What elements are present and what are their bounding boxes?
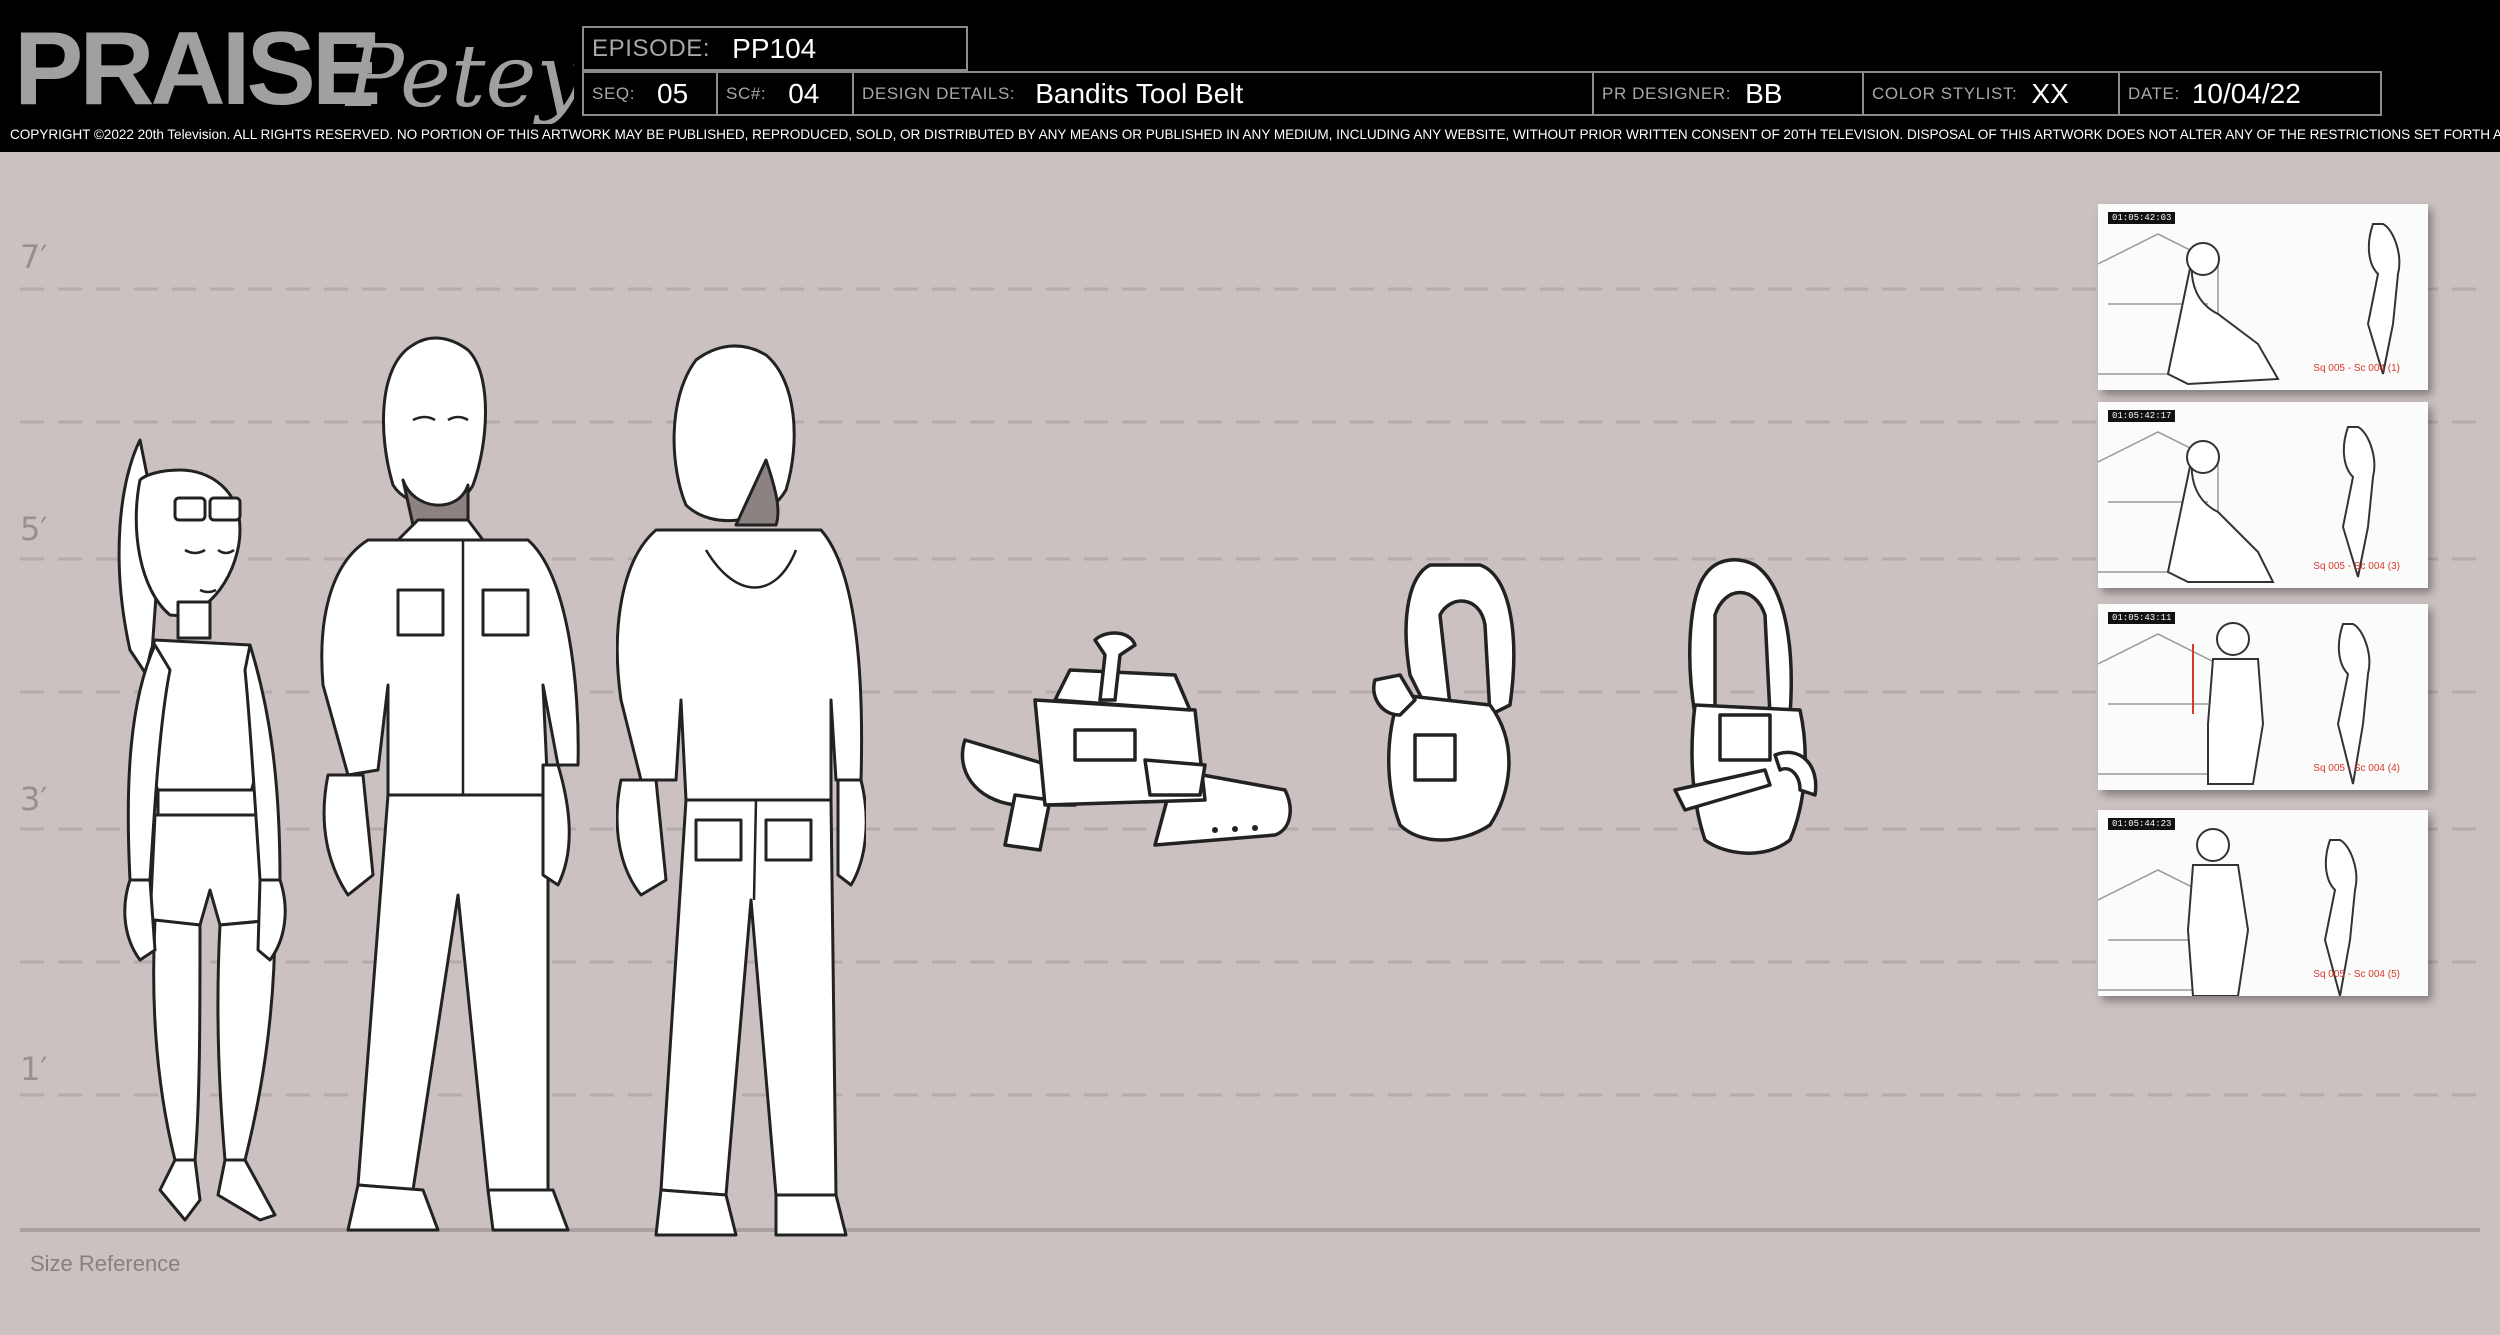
thumbnail-caption: Sq 005 - Sc 004 (4) (2313, 763, 2400, 774)
tool-belt-shoulder-back (1673, 558, 1818, 855)
thumbnail-caption: Sq 005 - Sc 004 (1) (2313, 363, 2400, 374)
episode-label: EPISODE: (592, 34, 711, 62)
design-value: Bandits Tool Belt (1035, 77, 1244, 109)
date-field: DATE: 10/04/22 (2118, 71, 2382, 116)
logo-praise: PRAISE (14, 11, 378, 124)
date-value: 10/04/22 (2191, 77, 2301, 109)
tool-belt-flat-view (960, 631, 1292, 852)
thumbnail-timecode: 01:05:43:11 (2108, 612, 2176, 624)
man-character-back (616, 344, 866, 1237)
designer-label: PR DESIGNER: (1602, 83, 1732, 103)
thumbnail-timecode: 01:05:44:23 (2108, 818, 2176, 830)
thumbnail-timecode: 01:05:42:03 (2108, 212, 2176, 224)
thumbnail-caption: Sq 005 - Sc 004 (3) (2313, 561, 2400, 572)
sc-value: 04 (788, 77, 820, 109)
tool-belt-shoulder-front (1372, 563, 1516, 842)
stylist-label: COLOR STYLIST: (1872, 83, 2018, 103)
designer-field: PR DESIGNER: BB (1592, 71, 1864, 116)
episode-value: PP104 (732, 32, 817, 64)
storyboard-thumbnail[interactable]: 01:05:42:17 Sq 005 - Sc 004 (3) (2098, 402, 2428, 588)
tick-7ft: 7′ (20, 238, 48, 276)
design-field: DESIGN DETAILS: Bandits Tool Belt (852, 71, 1594, 116)
tick-1ft: 1′ (20, 1050, 48, 1088)
logo-petey: Petey (344, 27, 574, 124)
praise-petey-logo: PRAISE Petey (14, 11, 574, 124)
storyboard-thumbnail[interactable]: 01:05:42:03 Sq 005 - Sc 004 (1) (2098, 204, 2428, 390)
copyright-notice: COPYRIGHT ©2022 20th Television. ALL RIG… (10, 127, 2500, 142)
designer-value: BB (1745, 77, 1783, 109)
stylist-value: XX (2031, 77, 2069, 109)
thumbnail-caption: Sq 005 - Sc 004 (5) (2313, 969, 2400, 980)
date-label: DATE: (2128, 83, 2180, 103)
storyboard-thumbnail[interactable]: 01:05:44:23 Sq 005 - Sc 004 (5) (2098, 810, 2428, 996)
stylist-field: COLOR STYLIST: XX (1862, 71, 2120, 116)
sc-label: SC#: (726, 83, 767, 103)
seq-field: SEQ: 05 (582, 71, 718, 116)
sc-field: SC#: 04 (716, 71, 854, 116)
seq-label: SEQ: (592, 83, 636, 103)
episode-field: EPISODE: PP104 (582, 26, 968, 71)
tick-3ft: 3′ (20, 780, 48, 818)
size-reference-label: Size Reference (30, 1251, 181, 1276)
title-block: PRAISE Petey EPISODE: PP104 SEQ: 05 SC#:… (0, 0, 2500, 152)
design-label: DESIGN DETAILS: (862, 83, 1016, 103)
woman-character-front (117, 438, 287, 1222)
storyboard-thumbnail[interactable]: 01:05:43:11 Sq 005 - Sc 004 (4) (2098, 604, 2428, 790)
tick-5ft: 5′ (20, 510, 48, 548)
thumbnail-timecode: 01:05:42:17 (2108, 410, 2176, 422)
man-character-front (320, 336, 580, 1232)
seq-value: 05 (657, 77, 689, 109)
